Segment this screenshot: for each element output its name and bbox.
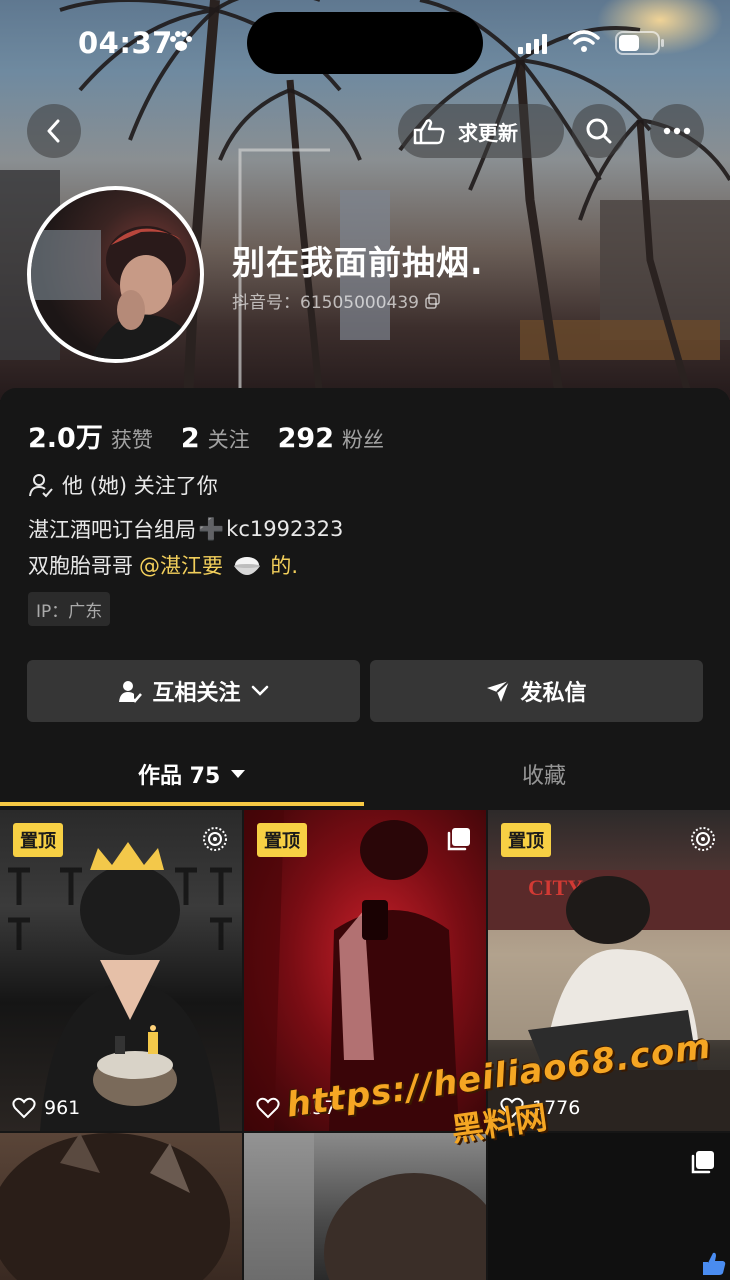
video-thumbnail (8, 842, 232, 1131)
tab-favorites[interactable]: 收藏 (522, 758, 566, 790)
mutual-follow-button[interactable]: 互相关注 (27, 660, 360, 722)
live-photo-icon (203, 827, 227, 851)
back-button[interactable] (27, 104, 81, 158)
tab-works-label: 作品 75 (138, 764, 221, 789)
multi-image-icon (447, 828, 470, 851)
more-dots-icon (663, 127, 691, 135)
user-check-icon (119, 681, 143, 703)
mutual-follow-label: 互相关注 (152, 681, 241, 706)
wifi-icon (568, 30, 600, 52)
search-button[interactable] (572, 104, 626, 158)
cellular-signal-icon (518, 34, 547, 54)
bio-line-1-prefix: 湛江酒吧订台组局 (28, 518, 196, 542)
avatar-portrait (31, 226, 200, 359)
profile-nickname: 别在我面前抽烟. (232, 243, 484, 282)
profile-cover: 04:37 求更新 别在我面前抽烟. 抖音号：61505000439 (0, 0, 730, 400)
content-tabs: 作品 75 收藏 (0, 740, 730, 810)
ip-location-badge: IP：广东 (28, 592, 111, 626)
douyin-id[interactable]: 抖音号：61505000439 (232, 288, 441, 313)
video-tile[interactable]: 置顶 961 (0, 810, 242, 1131)
pointing-hand-icon (413, 119, 445, 145)
likes-label: 获赞 (110, 428, 153, 452)
user-check-icon (29, 474, 53, 498)
heart-icon (12, 1097, 36, 1119)
status-time: 04:37 (78, 26, 173, 60)
request-update-button[interactable]: 求更新 (398, 104, 564, 158)
request-update-label: 求更新 (458, 120, 518, 145)
follows-you-text: 他 (她) 关注了你 (62, 474, 218, 498)
video-thumbnail (0, 1133, 230, 1280)
plus-symbol: ➕ (198, 516, 225, 541)
send-message-button[interactable]: 发私信 (370, 660, 703, 722)
thumbs-up-icon (703, 1252, 726, 1275)
active-tab-indicator (0, 802, 364, 806)
chevron-left-icon (47, 119, 60, 143)
followers-label: 粉丝 (342, 428, 385, 452)
douyin-id-text: 抖音号：61505000439 (232, 293, 419, 313)
chevron-down-icon (251, 685, 268, 696)
following-count[interactable]: 2 (181, 423, 200, 454)
bio-line-2-prefix: 双胞胎哥哥 (28, 554, 133, 578)
pinned-badge: 置顶 (257, 823, 307, 857)
rice-bowl-icon (233, 557, 260, 575)
followers-count[interactable]: 292 (278, 423, 334, 454)
pinned-badge: 置顶 (13, 823, 63, 857)
paper-plane-icon (487, 680, 511, 702)
following-label: 关注 (207, 428, 250, 452)
multi-image-icon (691, 1151, 714, 1174)
copy-icon (425, 292, 440, 309)
bio-line-1-suffix: kc1992323 (226, 517, 344, 541)
paw-icon (170, 31, 192, 51)
follows-you-note: 他 (她) 关注了你 (28, 470, 218, 500)
caret-down-icon (231, 770, 246, 778)
mention-prefix: @湛江要 (139, 554, 223, 578)
battery-icon (615, 31, 664, 55)
video-tile[interactable] (488, 1133, 730, 1280)
status-bar: 04:37 (0, 0, 730, 86)
bio-line-2: 双胞胎哥哥 @湛江要 的. (28, 550, 298, 580)
stats-row: 2.0万 获赞 2 关注 292 粉丝 (28, 416, 412, 455)
likes-count[interactable]: 2.0万 (28, 416, 103, 455)
send-message-label: 发私信 (520, 681, 587, 706)
like-count-value: 961 (44, 1097, 81, 1119)
search-icon (586, 118, 612, 144)
live-photo-icon (691, 827, 715, 851)
more-button[interactable] (650, 104, 704, 158)
pinned-badge: 置顶 (501, 823, 551, 857)
mention-link[interactable]: @湛江要 的. (139, 550, 298, 580)
video-tile[interactable] (0, 1133, 242, 1280)
dynamic-island (247, 12, 483, 74)
tab-works[interactable]: 作品 75 (138, 758, 246, 790)
mention-suffix: 的. (270, 554, 299, 578)
avatar[interactable] (27, 186, 204, 363)
like-count: 961 (12, 1097, 80, 1119)
bio-line-1: 湛江酒吧订台组局 ➕ kc1992323 (28, 514, 343, 544)
heart-icon (256, 1097, 280, 1119)
